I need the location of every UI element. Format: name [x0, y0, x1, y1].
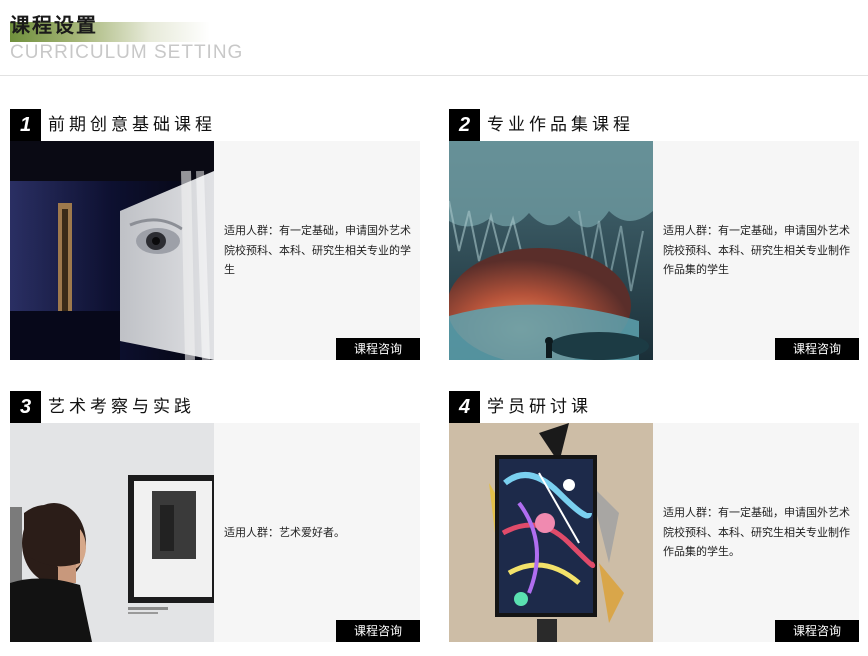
course-consult-button[interactable]: 课程咨询: [775, 620, 859, 642]
course-card-header: 1 前期创意基础课程: [10, 109, 420, 141]
course-card-4: 4 学员研讨课 适用人群：有一定基础，申请国外艺术院校预科、本科、研究生相关专业…: [449, 391, 859, 647]
page-header: 课程设置 CURRICULUM SETTING: [0, 0, 868, 76]
course-consult-button[interactable]: 课程咨询: [336, 338, 420, 360]
course-title: 专业作品集课程: [487, 115, 634, 135]
course-number-badge: 2: [449, 109, 480, 141]
course-card-header: 2 专业作品集课程: [449, 109, 859, 141]
course-description: 适用人群：艺术爱好者。: [224, 525, 345, 539]
course-card-3: 3 艺术考察与实践 适用人群：艺术爱好者。 课程咨询: [10, 391, 420, 647]
course-description: 适用人群：有一定基础，申请国外艺术院校预科、本科、研究生相关专业制作作品集的学生: [663, 224, 850, 277]
course-description: 适用人群：有一定基础，申请国外艺术院校预科、本科、研究生相关专业的学生: [224, 224, 411, 277]
course-image-museum-visitor: [10, 423, 214, 642]
course-card-body: 适用人群：有一定基础，申请国外艺术院校预科、本科、研究生相关专业制作作品集的学生…: [449, 423, 859, 642]
course-card-body: 适用人群：有一定基础，申请国外艺术院校预科、本科、研究生相关专业制作作品集的学生…: [449, 141, 859, 360]
course-card-2: 2 专业作品集课程 适用人群：有一定基础，申请国外艺术院校预科、本科、研究生相关…: [449, 109, 859, 365]
course-card-header: 4 学员研讨课: [449, 391, 859, 423]
page-title: 课程设置: [10, 13, 98, 37]
course-image-gallery-eye: [10, 141, 214, 360]
page-subtitle: CURRICULUM SETTING: [10, 42, 244, 63]
course-title: 学员研讨课: [487, 397, 592, 417]
course-card-header: 3 艺术考察与实践: [10, 391, 420, 423]
course-description: 适用人群：有一定基础，申请国外艺术院校预科、本科、研究生相关专业制作作品集的学生…: [663, 506, 850, 559]
course-consult-button[interactable]: 课程咨询: [336, 620, 420, 642]
course-card-body: 适用人群：艺术爱好者。 课程咨询: [10, 423, 420, 642]
course-number-badge: 3: [10, 391, 41, 423]
course-consult-button[interactable]: 课程咨询: [775, 338, 859, 360]
course-image-installation-dome: [449, 141, 653, 360]
course-card-body: 适用人群：有一定基础，申请国外艺术院校预科、本科、研究生相关专业的学生 课程咨询: [10, 141, 420, 360]
course-title: 前期创意基础课程: [48, 115, 216, 135]
course-number-badge: 4: [449, 391, 480, 423]
course-card-1: 1 前期创意基础课程 适用人群：有一定基础，申请国外艺术院校预科、本科、研究生相…: [10, 109, 420, 365]
course-image-digital-painting: [449, 423, 653, 642]
course-title: 艺术考察与实践: [48, 397, 195, 417]
course-number-badge: 1: [10, 109, 41, 141]
